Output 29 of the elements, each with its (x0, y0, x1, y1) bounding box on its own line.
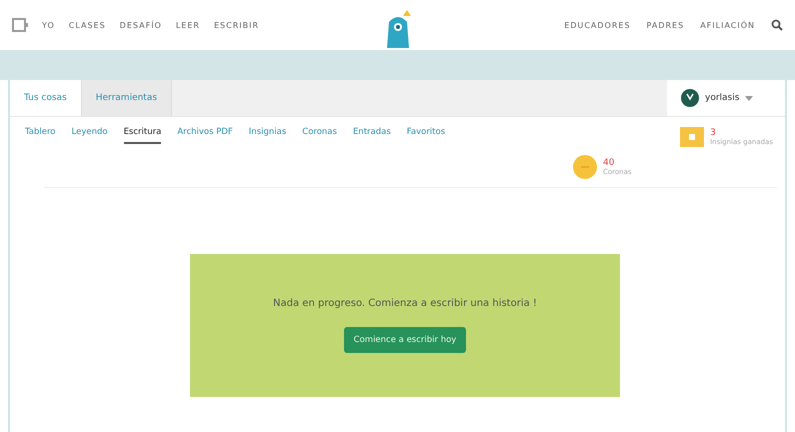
menu-icon[interactable] (12, 18, 28, 32)
caret-icon[interactable] (745, 96, 754, 100)
empty-message: Nada en progreso. Comienza a escribir una historia ! (273, 298, 537, 309)
stat-value: 40 (603, 158, 616, 168)
stat-value: 3 (710, 128, 717, 138)
nav-link[interactable]: PADRES (646, 20, 684, 30)
coin-icon (573, 155, 597, 179)
nav-link[interactable]: ESCRIBIR (214, 20, 260, 30)
nav-link[interactable]: YO (42, 20, 55, 30)
badge-icon (680, 127, 704, 147)
nav-link[interactable]: EDUCADORES (564, 20, 631, 30)
nav-link[interactable]: CLASES (68, 20, 106, 30)
subnav-link[interactable]: Favoritos (406, 127, 446, 142)
tab[interactable]: Herramientas (82, 80, 172, 116)
subnav-link[interactable]: Leyendo (72, 127, 108, 142)
nav-link[interactable]: AFILIACIÓN (700, 20, 755, 30)
tab[interactable]: Tus cosas (10, 80, 82, 116)
subnav-link[interactable]: Archivos PDF (177, 127, 233, 142)
nav-link[interactable]: LEER (176, 20, 200, 30)
start-writing-button[interactable]: Comience a escribir hoy (344, 327, 466, 353)
search-icon[interactable] (771, 19, 783, 31)
nav-link[interactable]: DESAFÍO (120, 20, 162, 30)
subnav-link[interactable]: Escritura (124, 127, 162, 144)
subnav-link[interactable]: Coronas (302, 127, 337, 142)
user-name[interactable]: yorlasis (705, 93, 740, 103)
subnav-link[interactable]: Entradas (352, 127, 391, 142)
subnav-link[interactable]: Insignias (248, 127, 286, 142)
avatar-icon[interactable] (681, 89, 699, 107)
subnav-link[interactable]: Tablero (25, 127, 56, 142)
